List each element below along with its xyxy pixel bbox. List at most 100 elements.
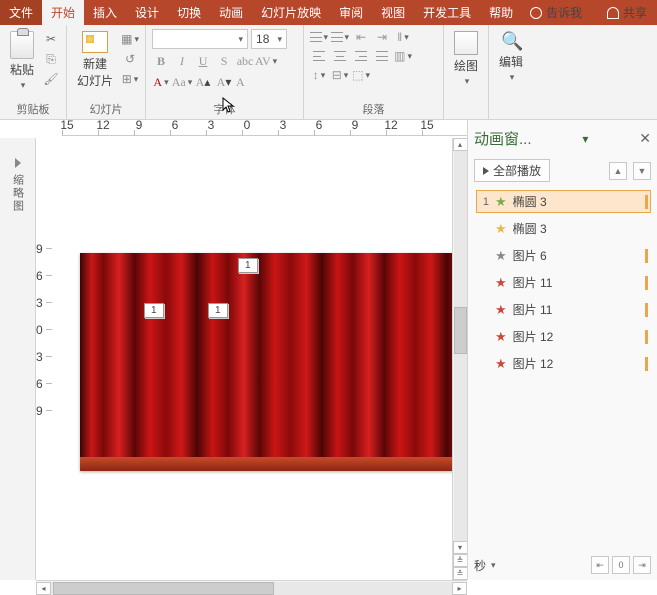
anim-tag[interactable]: 1 (144, 303, 164, 318)
scroll-right-button[interactable]: ▸ (452, 582, 467, 595)
animation-item[interactable]: ★图片 11 (476, 271, 651, 294)
pane-close-button[interactable]: ✕ (639, 130, 651, 147)
align-right-button[interactable] (352, 48, 370, 64)
slide[interactable]: 1 1 1 (80, 253, 467, 471)
tab-bar: 文件 开始 插入 设计 切换 动画 幻灯片放映 审阅 视图 开发工具 帮助 告诉… (0, 0, 657, 25)
tab-slideshow[interactable]: 幻灯片放映 (252, 0, 330, 25)
bullets-button[interactable]: ▾ (310, 29, 328, 45)
editing-button[interactable]: 🔍编辑▾ (495, 29, 527, 85)
scroll-thumb[interactable] (53, 582, 274, 595)
copy-button[interactable]: ⎘ (42, 51, 60, 67)
tab-view[interactable]: 视图 (372, 0, 414, 25)
clear-format-button[interactable]: A⃠ (236, 73, 254, 91)
tab-review[interactable]: 审阅 (330, 0, 372, 25)
italic-button[interactable]: I (173, 52, 191, 70)
share-button[interactable]: 共享 (597, 0, 657, 25)
layout-button[interactable]: ▦▾ (121, 31, 139, 47)
shadow-button[interactable]: abc (236, 52, 254, 70)
animation-item[interactable]: ★图片 11 (476, 298, 651, 321)
scroll-down-button[interactable]: ▾ (453, 541, 468, 554)
font-family-select[interactable]: ▾ (152, 29, 248, 49)
justify-button[interactable] (373, 48, 391, 64)
pane-menu-button[interactable]: ▾ (582, 132, 588, 146)
bold-button[interactable]: B (152, 52, 170, 70)
tab-developer[interactable]: 开发工具 (414, 0, 480, 25)
tab-help[interactable]: 帮助 (480, 0, 522, 25)
char-spacing-button[interactable]: AV▾ (257, 52, 275, 70)
format-painter-button[interactable]: 🖌 (42, 71, 60, 87)
tell-me[interactable]: 告诉我 (522, 0, 590, 25)
timeline-next-button[interactable]: ⇥ (633, 556, 651, 574)
smartart-button[interactable]: ⬚▾ (352, 67, 370, 83)
group-font: ▾ 18▾ B I U S abc AV▾ A▾ Aa▾ A▴ A▾ A⃠ 字体 (146, 25, 304, 119)
animation-item[interactable]: ★椭圆 3 (476, 217, 651, 240)
columns-button[interactable]: ▥▾ (394, 48, 412, 64)
section-button[interactable]: ⊞▾ (121, 71, 139, 87)
animation-list: 1★椭圆 3★椭圆 3★图片 6★图片 11★图片 11★图片 12★图片 12 (474, 190, 651, 375)
text-direction-button[interactable]: ↕▾ (310, 67, 328, 83)
anim-number: 1 (479, 196, 489, 208)
ribbon: 粘贴▾ ✂ ⎘ 🖌 剪贴板 新建 幻灯片 ▦▾ ↺ ⊞▾ 幻灯片 (0, 25, 657, 120)
timeline-zero-button[interactable]: 0 (612, 556, 630, 574)
line-spacing-button[interactable]: ‖▾ (394, 29, 412, 45)
scroll-up-button[interactable]: ▴ (453, 138, 468, 151)
next-slide-button[interactable]: ≛ (453, 567, 468, 580)
play-icon (483, 167, 489, 175)
tab-animations[interactable]: 动画 (210, 0, 252, 25)
font-color-button[interactable]: A▾ (152, 73, 170, 91)
anim-tag[interactable]: 1 (238, 258, 258, 273)
horizontal-scrollbar[interactable]: ◂ ▸ (36, 580, 467, 595)
tab-design[interactable]: 设计 (126, 0, 168, 25)
prev-slide-button[interactable]: ≜ (453, 554, 468, 567)
indent-dec-button[interactable]: ⇤ (352, 29, 370, 45)
align-left-button[interactable] (310, 48, 328, 64)
change-case-button[interactable]: Aa▾ (173, 73, 191, 91)
paste-button[interactable]: 粘贴▾ (6, 29, 38, 93)
slide-canvas[interactable]: 9630369 1 1 1 (36, 138, 467, 580)
anim-tag[interactable]: 1 (208, 303, 228, 318)
animation-item[interactable]: ★图片 6 (476, 244, 651, 267)
indent-inc-button[interactable]: ⇥ (373, 29, 391, 45)
vertical-scrollbar[interactable]: ▴ ▾ ≜ ≛ (452, 138, 467, 580)
tab-transitions[interactable]: 切换 (168, 0, 210, 25)
animation-item[interactable]: 1★椭圆 3 (476, 190, 651, 213)
tab-home[interactable]: 开始 (42, 0, 84, 25)
search-icon: 🔍 (501, 31, 521, 51)
new-slide-button[interactable]: 新建 幻灯片 (73, 29, 117, 91)
scroll-left-button[interactable]: ◂ (36, 582, 51, 595)
seconds-select[interactable]: 秒▾ (474, 557, 496, 574)
tab-file[interactable]: 文件 (0, 0, 42, 25)
anim-label: 图片 6 (513, 247, 547, 264)
animation-pane: 动画窗... ▾ ✕ 全部播放 ▲ ▼ 1★椭圆 3★椭圆 3★图片 6★图片 … (467, 120, 657, 580)
new-slide-icon (82, 31, 108, 53)
star-icon: ★ (495, 221, 507, 237)
scroll-thumb[interactable] (454, 307, 467, 354)
animation-item[interactable]: ★图片 12 (476, 325, 651, 348)
reset-button[interactable]: ↺ (121, 51, 139, 67)
timeline-prev-button[interactable]: ⇤ (591, 556, 609, 574)
grow-font-button[interactable]: A▴ (194, 73, 212, 91)
align-center-button[interactable] (331, 48, 349, 64)
outline-bar[interactable]: 缩略图 (0, 138, 36, 580)
scroll-track[interactable] (454, 151, 467, 541)
tab-insert[interactable]: 插入 (84, 0, 126, 25)
pane-title: 动画窗... (474, 128, 532, 149)
anim-label: 椭圆 3 (513, 193, 547, 210)
numbering-button[interactable]: ▾ (331, 29, 349, 45)
animation-item[interactable]: ★图片 12 (476, 352, 651, 375)
play-all-button[interactable]: 全部播放 (474, 159, 550, 182)
anim-label: 图片 12 (513, 328, 554, 345)
drawing-button[interactable]: 绘图▾ (450, 29, 482, 89)
shrink-font-button[interactable]: A▾ (215, 73, 233, 91)
move-down-button[interactable]: ▼ (633, 162, 651, 180)
group-drawing: 绘图▾ (444, 25, 489, 119)
anim-label: 图片 12 (513, 355, 554, 372)
expand-icon (15, 158, 21, 168)
underline-button[interactable]: U (194, 52, 212, 70)
font-size-select[interactable]: 18▾ (251, 29, 287, 49)
move-up-button[interactable]: ▲ (609, 162, 627, 180)
scroll-track[interactable] (51, 582, 452, 595)
strike-button[interactable]: S (215, 52, 233, 70)
align-text-button[interactable]: ⊟▾ (331, 67, 349, 83)
cut-button[interactable]: ✂ (42, 31, 60, 47)
